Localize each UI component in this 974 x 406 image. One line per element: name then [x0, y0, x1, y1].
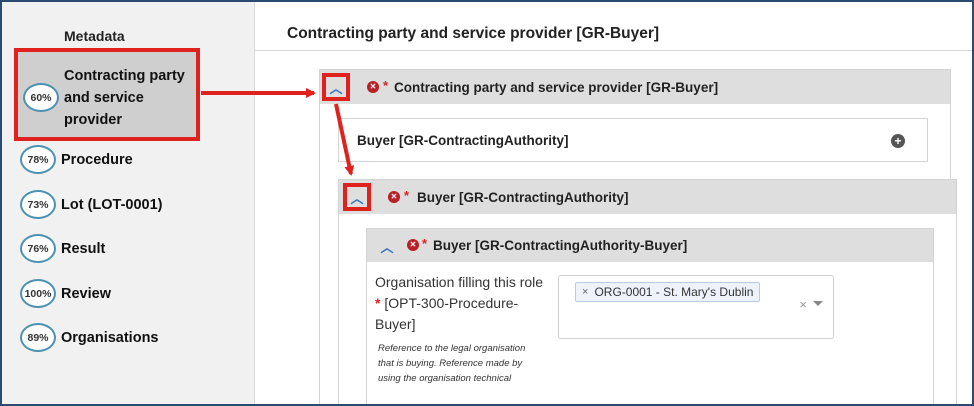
- field-id: [OPT-300-Procedure-Buyer]: [375, 295, 519, 332]
- sidebar-item-label: Organisations: [61, 329, 159, 346]
- sidebar-item-organisations[interactable]: 89% Organisations: [20, 323, 159, 352]
- progress-badge: 76%: [20, 234, 56, 263]
- sidebar-item-result[interactable]: 76% Result: [20, 234, 105, 263]
- plus-circle-icon[interactable]: +: [891, 134, 905, 148]
- progress-badge: 60%: [23, 83, 59, 112]
- required-marker: *: [375, 295, 381, 311]
- page-title: Contracting party and service provider […: [287, 25, 660, 42]
- progress-badge: 78%: [20, 145, 56, 174]
- sidebar: Metadata 60% Contracting party and servi…: [2, 2, 255, 404]
- required-marker: *: [404, 188, 410, 203]
- organisation-select[interactable]: × ORG-0001 - St. Mary's Dublin ×: [558, 275, 834, 339]
- chip-label: ORG-0001 - St. Mary's Dublin: [594, 285, 754, 299]
- error-circle-icon: ✕: [367, 81, 379, 93]
- required-marker: *: [422, 236, 428, 251]
- sidebar-item-label: Result: [61, 240, 106, 257]
- sidebar-item-label: Contracting party and service provider: [64, 68, 185, 128]
- sidebar-item-contracting-party[interactable]: 60% Contracting party and service provid…: [14, 48, 200, 141]
- sidebar-item-label: Review: [61, 285, 111, 302]
- header-divider: [255, 50, 972, 51]
- selected-chip: × ORG-0001 - St. Mary's Dublin: [575, 282, 761, 302]
- section-header: ︿ ✕ * Contracting party and service prov…: [320, 70, 950, 104]
- required-marker: *: [383, 78, 389, 93]
- subsection-header: ︿ ✕ * Buyer [GR-ContractingAuthority]: [339, 180, 956, 214]
- group-title: Buyer [GR-ContractingAuthority-Buyer]: [433, 238, 688, 253]
- clear-icon[interactable]: ×: [799, 297, 807, 312]
- chevron-up-icon[interactable]: ︿: [343, 183, 371, 211]
- progress-badge: 89%: [20, 323, 56, 352]
- sidebar-header: Metadata: [64, 28, 125, 44]
- chevron-up-icon[interactable]: ︿: [373, 232, 401, 260]
- sidebar-item-label: Procedure: [61, 151, 133, 168]
- add-buyer-label: Buyer [GR-ContractingAuthority]: [357, 133, 569, 148]
- chip-remove-icon[interactable]: ×: [582, 286, 588, 298]
- sidebar-item-label: Lot (LOT-0001): [61, 196, 163, 213]
- app-frame: Metadata 60% Contracting party and servi…: [0, 0, 974, 406]
- sidebar-item-review[interactable]: 100% Review: [20, 279, 111, 308]
- error-circle-icon: ✕: [407, 239, 419, 251]
- field-label-text: Organisation filling this role: [375, 274, 544, 290]
- subsection-title: Buyer [GR-ContractingAuthority]: [417, 190, 629, 205]
- progress-badge: 100%: [20, 279, 56, 308]
- error-circle-icon: ✕: [388, 191, 400, 203]
- sidebar-item-procedure[interactable]: 78% Procedure: [20, 145, 133, 174]
- field-help-text: Reference to the legal organisation that…: [378, 343, 526, 384]
- progress-badge: 73%: [20, 190, 56, 219]
- field-label: Organisation filling this role * [OPT-30…: [375, 272, 545, 335]
- add-buyer-box: Buyer [GR-ContractingAuthority] +: [338, 118, 928, 162]
- sidebar-item-lot[interactable]: 73% Lot (LOT-0001): [20, 190, 163, 219]
- caret-down-icon[interactable]: [813, 301, 823, 306]
- group-header: ︿ ✕ * Buyer [GR-ContractingAuthority-Buy…: [367, 229, 933, 262]
- chevron-up-icon[interactable]: ︿: [322, 73, 350, 101]
- section-title: Contracting party and service provider […: [394, 80, 719, 95]
